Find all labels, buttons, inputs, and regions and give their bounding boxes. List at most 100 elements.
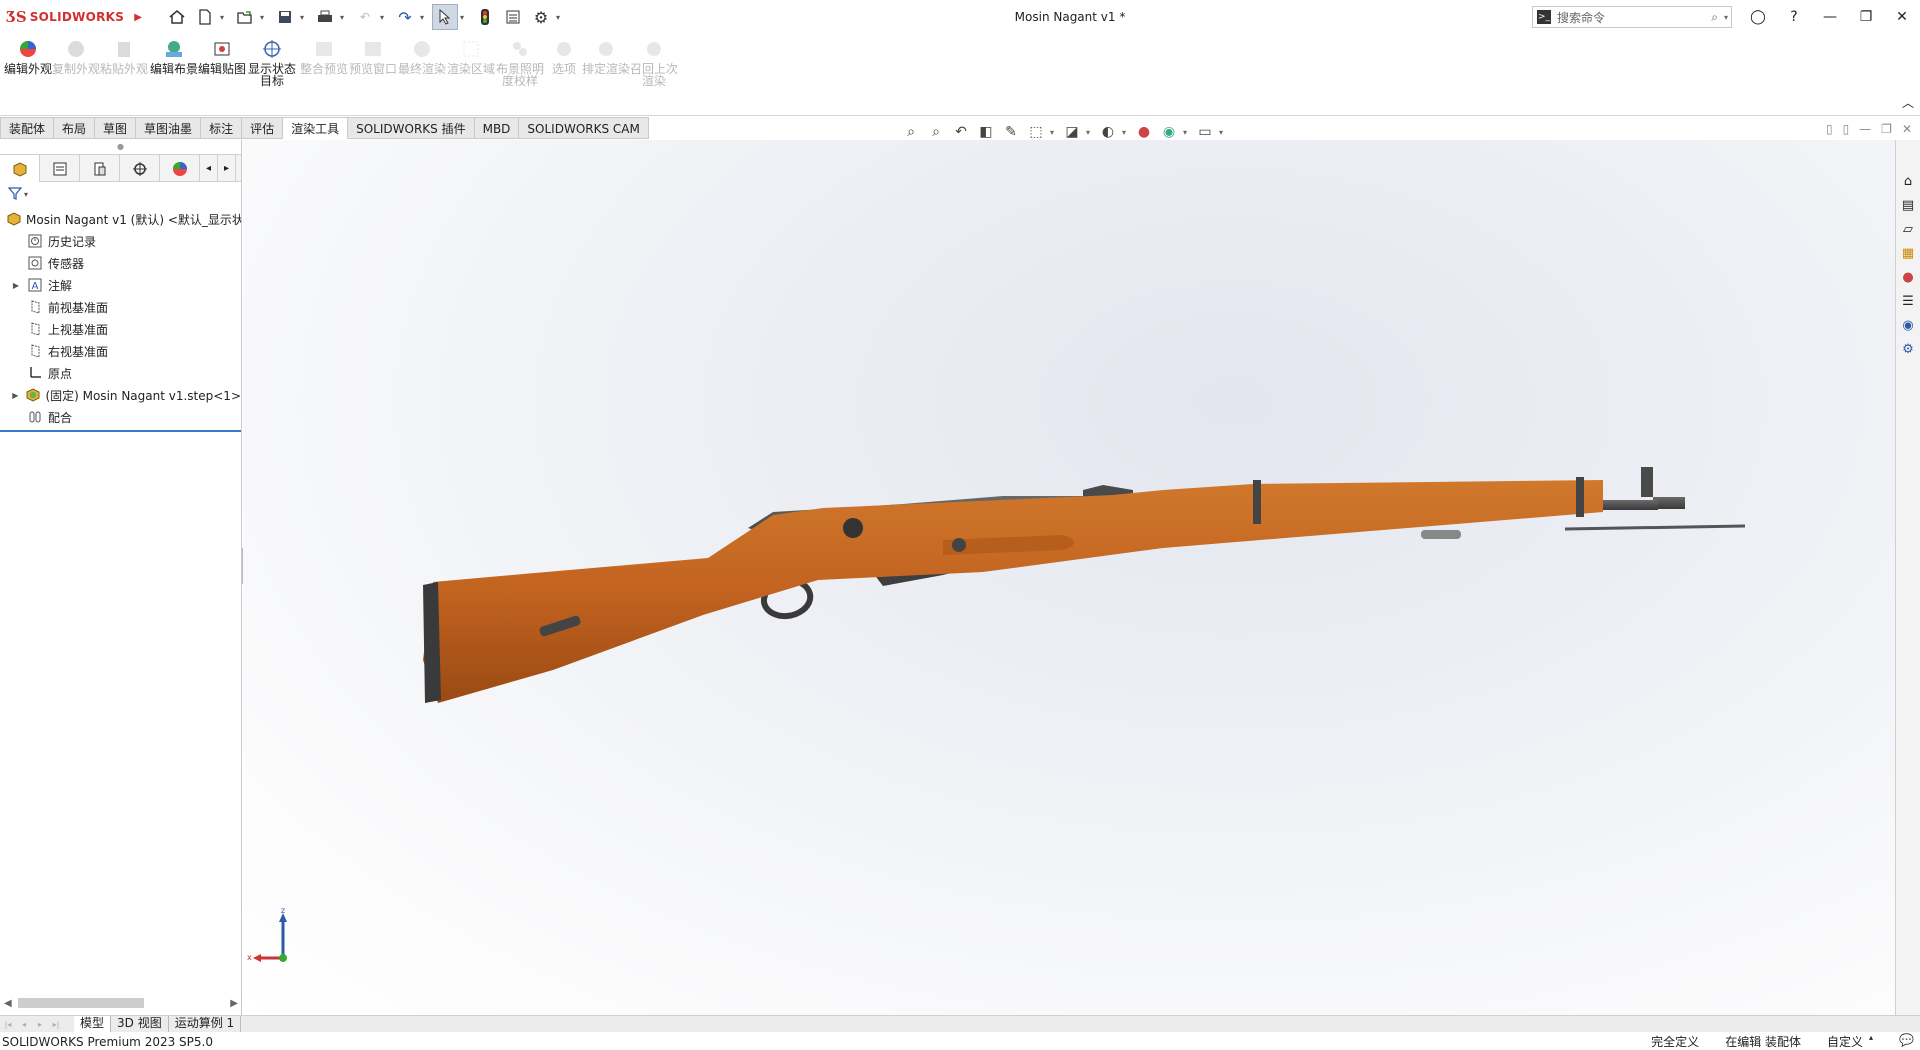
new-document-icon[interactable]	[192, 4, 218, 30]
property-manager-tab-icon[interactable]	[40, 155, 80, 182]
tabs-last-icon[interactable]: ▸|	[48, 1020, 64, 1029]
view-orientation-dropdown-icon[interactable]: ▾	[1050, 128, 1058, 137]
scrollbar-thumb[interactable]	[18, 998, 144, 1008]
preview-window-button[interactable]: 预览窗口	[349, 38, 397, 75]
expand-arrow-icon[interactable]: ▶	[6, 391, 25, 400]
previous-view-icon[interactable]: ↶	[950, 122, 972, 142]
scroll-right-icon[interactable]: ▶	[230, 998, 238, 1009]
paste-appearance-button[interactable]: 粘贴外观	[100, 38, 148, 75]
account-icon[interactable]: ◯	[1740, 0, 1776, 34]
hide-show-items-icon[interactable]: ◐	[1097, 122, 1119, 142]
tree-item-right-plane[interactable]: 右视基准面	[0, 340, 241, 362]
edit-appearance-button[interactable]: 编辑外观	[4, 38, 52, 75]
scene-illumination-proof-button[interactable]: 布景照明度校样	[496, 38, 544, 87]
scroll-left-icon[interactable]: ◀	[4, 998, 12, 1009]
undo-icon[interactable]: ↶	[352, 4, 378, 30]
tab-mbd[interactable]: MBD	[474, 117, 520, 139]
help-icon[interactable]: ?	[1776, 0, 1812, 34]
tree-item-history[interactable]: 历史记录	[0, 230, 241, 252]
tab-motion-study[interactable]: 运动算例 1	[169, 1016, 242, 1032]
tab-model[interactable]: 模型	[74, 1016, 112, 1032]
dynamic-annotation-icon[interactable]: ✎	[1000, 122, 1022, 142]
viewport-restore-icon[interactable]: ❐	[1881, 122, 1892, 136]
tab-sketch[interactable]: 草图	[95, 117, 137, 139]
schedule-render-button[interactable]: 排定渲染	[582, 38, 630, 75]
options-gear-icon[interactable]: ⚙	[528, 4, 554, 30]
tab-addins[interactable]: SOLIDWORKS 插件	[348, 117, 475, 139]
view-settings-icon[interactable]: ▭	[1194, 122, 1216, 142]
tab-cam[interactable]: SOLIDWORKS CAM	[519, 117, 649, 139]
expand-arrow-icon[interactable]: ▶	[6, 281, 26, 290]
tree-root-assembly[interactable]: Mosin Nagant v1 (默认) <默认_显示状	[0, 208, 241, 230]
viewport-split-icon[interactable]: ▯	[1843, 122, 1850, 136]
redo-dropdown-icon[interactable]: ▾	[420, 13, 430, 22]
tree-item-part[interactable]: ▶ (固定) Mosin Nagant v1.step<1>	[0, 384, 241, 406]
new-dropdown-icon[interactable]: ▾	[220, 13, 230, 22]
panel-grip-icon[interactable]: ●	[0, 140, 241, 154]
render-region-button[interactable]: 渲染区域	[447, 38, 495, 75]
integrated-preview-button[interactable]: 整合预览	[300, 38, 348, 75]
select-dropdown-icon[interactable]: ▾	[460, 13, 470, 22]
recall-last-render-button[interactable]: 召回上次渲染	[630, 38, 678, 87]
options-dropdown-icon[interactable]: ▾	[556, 13, 566, 22]
tabs-scroll-right-icon[interactable]: ▸	[218, 155, 236, 182]
print-dropdown-icon[interactable]: ▾	[340, 13, 350, 22]
dimxpert-manager-tab-icon[interactable]	[120, 155, 160, 182]
tab-sketch-ink[interactable]: 草图油墨	[136, 117, 202, 139]
save-icon[interactable]	[272, 4, 298, 30]
units-dropdown-icon[interactable]: ▴	[1869, 1033, 1873, 1050]
undo-dropdown-icon[interactable]: ▾	[380, 13, 390, 22]
configuration-manager-tab-icon[interactable]	[80, 155, 120, 182]
solidworks-logo[interactable]: ƷS SOLIDWORKS ▶	[0, 0, 142, 34]
tree-filter-icon[interactable]: ▾	[0, 182, 241, 206]
display-style-dropdown-icon[interactable]: ▾	[1086, 128, 1094, 137]
minimize-icon[interactable]: —	[1812, 0, 1848, 34]
tab-layout[interactable]: 布局	[54, 117, 96, 139]
search-dropdown-icon[interactable]: ▾	[1724, 13, 1728, 22]
rebuild-icon[interactable]	[472, 4, 498, 30]
tree-item-origin[interactable]: 原点	[0, 362, 241, 384]
custom-properties-icon[interactable]: ☰	[1897, 290, 1919, 312]
feature-manager-tab-icon[interactable]	[0, 155, 40, 182]
close-icon[interactable]: ✕	[1884, 0, 1920, 34]
file-properties-icon[interactable]	[500, 4, 526, 30]
select-cursor-icon[interactable]	[432, 4, 458, 30]
save-dropdown-icon[interactable]: ▾	[300, 13, 310, 22]
redo-icon[interactable]: ↷	[392, 4, 418, 30]
section-view-icon[interactable]: ◧	[975, 122, 997, 142]
tab-markup[interactable]: 标注	[201, 117, 243, 139]
display-manager-tab-icon[interactable]	[160, 155, 200, 182]
tab-3d-views[interactable]: 3D 视图	[111, 1016, 169, 1032]
copy-appearance-button[interactable]: 复制外观	[52, 38, 100, 75]
final-render-button[interactable]: 最终渲染	[398, 38, 446, 75]
viewport-tile-icon[interactable]: ▯	[1826, 122, 1833, 136]
help-tooltip-icon[interactable]: 💬	[1899, 1033, 1914, 1050]
tabs-prev-icon[interactable]: ◂	[16, 1020, 32, 1029]
tree-item-annotations[interactable]: ▶ A 注解	[0, 274, 241, 296]
zoom-to-area-icon[interactable]: ⌕	[925, 122, 947, 142]
viewport-minimize-icon[interactable]: —	[1859, 122, 1871, 136]
tree-item-top-plane[interactable]: 上视基准面	[0, 318, 241, 340]
display-style-icon[interactable]: ◪	[1061, 122, 1083, 142]
forum-icon[interactable]: ◉	[1897, 314, 1919, 336]
solidworks-resources-icon[interactable]: ⌂	[1897, 170, 1919, 192]
tabs-first-icon[interactable]: |◂	[0, 1020, 16, 1029]
units-status[interactable]: 自定义	[1827, 1033, 1863, 1050]
open-dropdown-icon[interactable]: ▾	[260, 13, 270, 22]
search-commands-field[interactable]: >_ 搜索命令 ⌕ ▾	[1532, 6, 1732, 28]
rifle-model[interactable]	[243, 140, 1895, 1015]
view-orientation-icon[interactable]: ⬚	[1025, 122, 1047, 142]
tab-render-tools[interactable]: 渲染工具	[283, 117, 349, 139]
tabs-scroll-left-icon[interactable]: ◂	[200, 155, 218, 182]
tree-rollback-bar[interactable]	[0, 430, 241, 432]
tab-evaluate[interactable]: 评估	[242, 117, 284, 139]
hide-show-dropdown-icon[interactable]: ▾	[1122, 128, 1130, 137]
render-options-button[interactable]: 选项	[540, 38, 588, 75]
open-icon[interactable]	[232, 4, 258, 30]
view-settings-dropdown-icon[interactable]: ▾	[1219, 128, 1227, 137]
tab-assembly[interactable]: 装配体	[0, 117, 55, 139]
tabs-next-icon[interactable]: ▸	[32, 1020, 48, 1029]
viewport-close-icon[interactable]: ✕	[1902, 122, 1912, 136]
collapse-ribbon-icon[interactable]: ︿	[1902, 94, 1914, 111]
display-state-target-button[interactable]: 显示状态目标	[248, 38, 296, 87]
